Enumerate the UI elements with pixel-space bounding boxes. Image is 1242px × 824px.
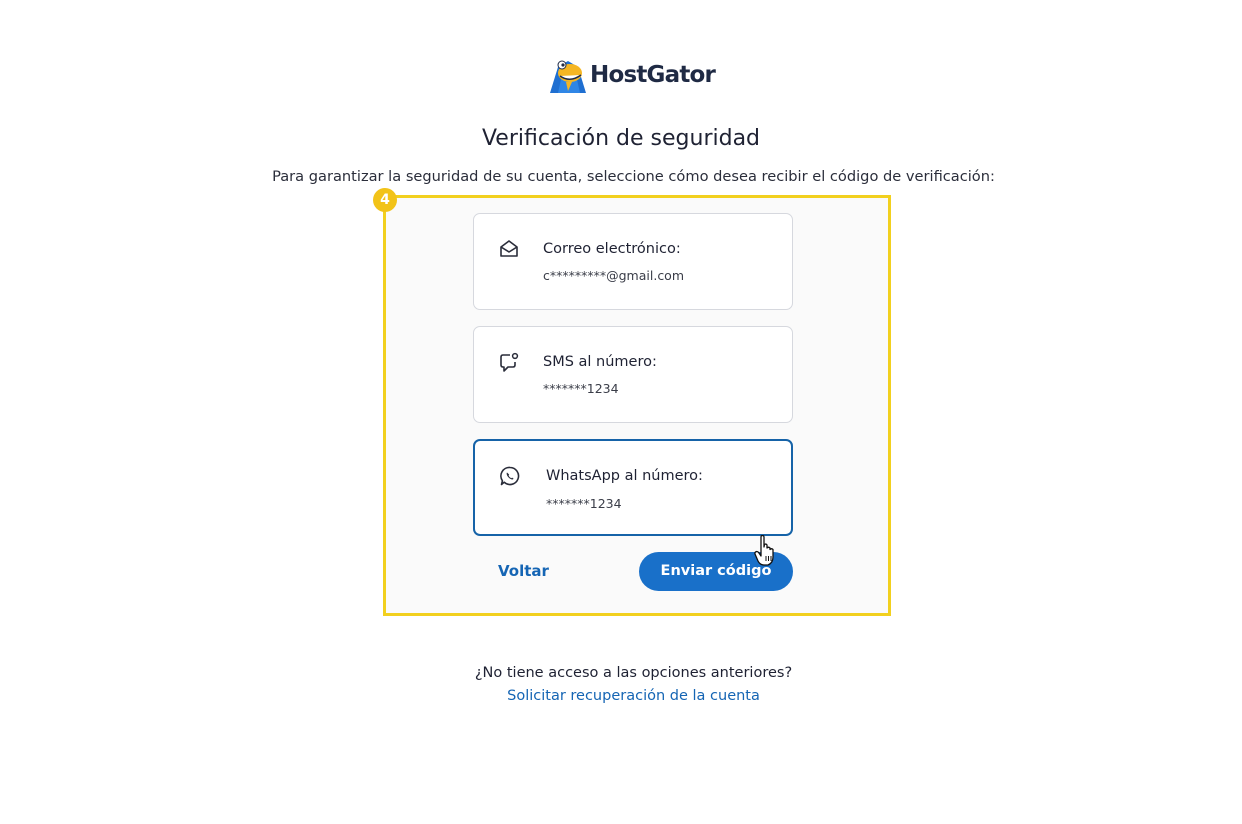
option-email[interactable]: Correo electrónico: c*********@gmail.com bbox=[473, 213, 793, 310]
sms-chat-icon bbox=[498, 351, 520, 373]
option-email-value: c*********@gmail.com bbox=[543, 268, 685, 283]
step-badge: 4 bbox=[373, 188, 397, 212]
no-access-question: ¿No tiene acceso a las opciones anterior… bbox=[474, 665, 793, 681]
option-sms[interactable]: SMS al número: *******1234 bbox=[473, 326, 793, 423]
back-link[interactable]: Voltar bbox=[498, 562, 549, 580]
option-sms-label: SMS al número: bbox=[543, 354, 657, 370]
page-title: Verificación de seguridad bbox=[481, 126, 761, 151]
whatsapp-icon bbox=[499, 465, 521, 487]
option-whatsapp-label: WhatsApp al número: bbox=[546, 468, 703, 484]
option-email-label: Correo electrónico: bbox=[543, 241, 681, 257]
hand-pointer-cursor-icon bbox=[754, 535, 774, 566]
hostgator-logo: HostGator bbox=[548, 56, 716, 94]
recover-account-link[interactable]: Solicitar recuperación de la cuenta bbox=[0, 688, 1242, 704]
envelope-icon bbox=[498, 238, 520, 260]
page-subtitle: Para garantizar la seguridad de su cuent… bbox=[272, 168, 995, 185]
brand-name: HostGator bbox=[590, 62, 716, 88]
gator-mascot-icon bbox=[550, 60, 586, 93]
option-whatsapp[interactable]: WhatsApp al número: *******1234 bbox=[473, 439, 793, 536]
option-sms-value: *******1234 bbox=[543, 381, 619, 396]
option-whatsapp-value: *******1234 bbox=[546, 496, 622, 511]
